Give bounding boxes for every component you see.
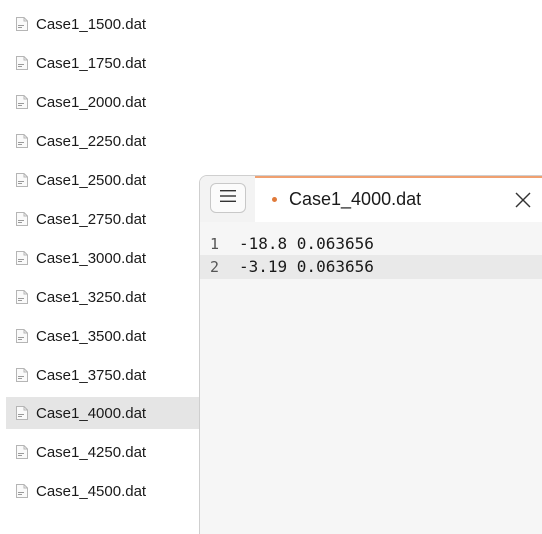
line-number: 2 <box>210 258 220 276</box>
dat-file-icon <box>16 212 28 226</box>
line-text: -18.8 0.063656 <box>239 234 374 253</box>
line-number: 1 <box>210 235 220 253</box>
file-item[interactable]: Case1_1500.dat <box>6 8 180 40</box>
line-text: -3.19 0.063656 <box>239 257 374 276</box>
file-name: Case1_3750.dat <box>36 366 147 384</box>
file-item[interactable]: Case1_3500.dat <box>6 320 180 352</box>
dat-file-icon <box>16 484 28 498</box>
hamburger-menu-icon <box>220 189 236 207</box>
file-name: Case1_1500.dat <box>36 15 147 33</box>
dat-file-icon <box>16 290 28 304</box>
file-item[interactable]: Case1_2250.dat <box>6 125 180 157</box>
file-name: Case1_2750.dat <box>36 210 147 228</box>
menu-button[interactable] <box>210 183 246 213</box>
dat-file-icon <box>16 445 28 459</box>
tab-bar: Case1_4000.dat <box>200 176 542 222</box>
text-line-current: 2 -3.19 0.063656 <box>200 255 542 279</box>
file-item[interactable]: Case1_3250.dat <box>6 281 180 313</box>
file-item[interactable]: Case1_2750.dat <box>6 203 180 235</box>
close-icon[interactable] <box>513 190 533 210</box>
text-area[interactable]: 1 -18.8 0.063656 2 -3.19 0.063656 <box>200 222 542 534</box>
file-name: Case1_2000.dat <box>36 93 147 111</box>
dat-file-icon <box>16 134 28 148</box>
dat-file-icon <box>16 406 28 420</box>
file-name: Case1_4000.dat <box>36 404 147 422</box>
file-item[interactable]: Case1_3000.dat <box>6 242 180 274</box>
text-line: 1 -18.8 0.063656 <box>200 232 542 256</box>
tab-title: Case1_4000.dat <box>289 189 422 209</box>
file-name: Case1_2250.dat <box>36 132 147 150</box>
file-item[interactable]: Case1_2000.dat <box>6 86 180 118</box>
file-item[interactable]: Case1_4500.dat <box>6 475 180 507</box>
dat-file-icon <box>16 368 28 382</box>
file-name: Case1_4500.dat <box>36 482 147 500</box>
file-name: Case1_3250.dat <box>36 288 147 306</box>
file-list: Case1_1500.dat Case1_1750.dat Case1_2000… <box>0 0 200 533</box>
file-item[interactable]: Case1_1750.dat <box>6 47 180 79</box>
notepad-editor-window: Case1_4000.dat 1 -18.8 0.063656 2 -3.19 … <box>199 175 542 534</box>
dat-file-icon <box>16 17 28 31</box>
file-name: Case1_3000.dat <box>36 249 147 267</box>
file-name: Case1_2500.dat <box>36 171 147 189</box>
file-item-selected[interactable]: Case1_4000.dat <box>6 397 200 429</box>
file-name: Case1_3500.dat <box>36 327 147 345</box>
file-name: Case1_1750.dat <box>36 54 147 72</box>
file-item[interactable]: Case1_2500.dat <box>6 164 180 196</box>
file-item[interactable]: Case1_4250.dat <box>6 436 180 468</box>
dat-file-icon <box>16 251 28 265</box>
file-name: Case1_4250.dat <box>36 443 147 461</box>
tab-active-file[interactable]: Case1_4000.dat <box>255 176 542 222</box>
dat-file-icon <box>16 95 28 109</box>
dat-file-icon <box>16 329 28 343</box>
dat-file-icon <box>16 56 28 70</box>
unsaved-indicator-dot <box>272 197 277 202</box>
file-item[interactable]: Case1_3750.dat <box>6 359 180 391</box>
dat-file-icon <box>16 173 28 187</box>
